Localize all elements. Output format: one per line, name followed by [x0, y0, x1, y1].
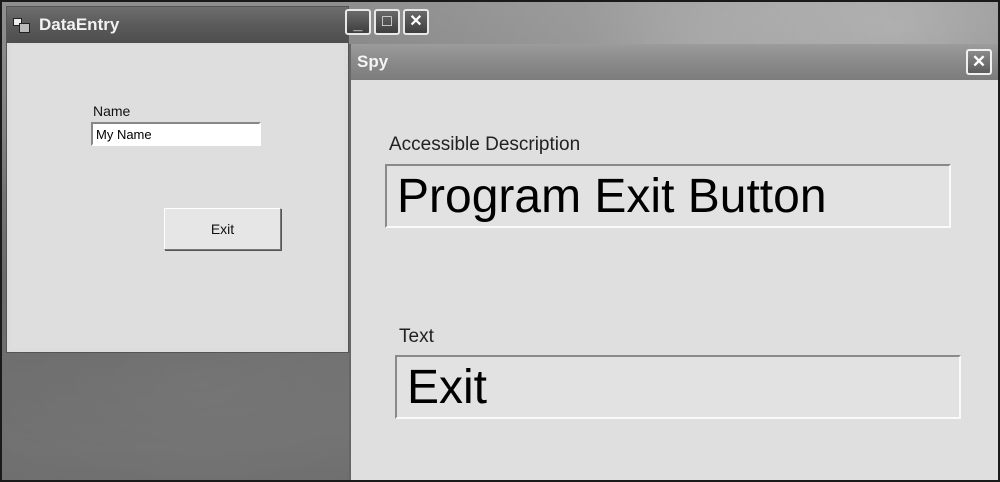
- dataentry-window: DataEntry Name Exit: [6, 6, 349, 353]
- maximize-icon: □: [382, 13, 392, 30]
- close-button[interactable]: ✕: [403, 9, 429, 35]
- text-label: Text: [399, 326, 434, 347]
- accessible-description-label: Accessible Description: [389, 134, 581, 155]
- dataentry-titlebar[interactable]: DataEntry: [7, 7, 348, 43]
- text-field[interactable]: Exit: [395, 355, 961, 419]
- accessible-description-field[interactable]: Program Exit Button: [385, 164, 951, 228]
- dataentry-client-area: Name Exit: [11, 45, 344, 348]
- spy-title: Spy: [357, 52, 389, 71]
- maximize-button[interactable]: □: [374, 9, 400, 35]
- spy-window: Spy ✕ Accessible Description Program Exi…: [349, 44, 998, 480]
- close-icon: ✕: [971, 52, 987, 71]
- dataentry-window-controls: _ □ ✕: [345, 9, 429, 35]
- screen-frame: DataEntry Name Exit _ □ ✕ Spy ✕ Accessib…: [0, 0, 1000, 482]
- spy-close-button[interactable]: ✕: [966, 49, 992, 75]
- spy-client-area: Accessible Description Program Exit Butt…: [351, 80, 998, 480]
- exit-button[interactable]: Exit: [164, 208, 281, 250]
- close-icon: ✕: [409, 13, 423, 30]
- spy-titlebar[interactable]: Spy ✕: [351, 44, 998, 80]
- minimize-icon: _: [353, 16, 363, 33]
- minimize-button[interactable]: _: [345, 9, 371, 35]
- name-input[interactable]: [91, 122, 261, 146]
- dataentry-title: DataEntry: [39, 15, 120, 34]
- name-label: Name: [93, 103, 131, 119]
- app-window-icon[interactable]: [13, 16, 33, 34]
